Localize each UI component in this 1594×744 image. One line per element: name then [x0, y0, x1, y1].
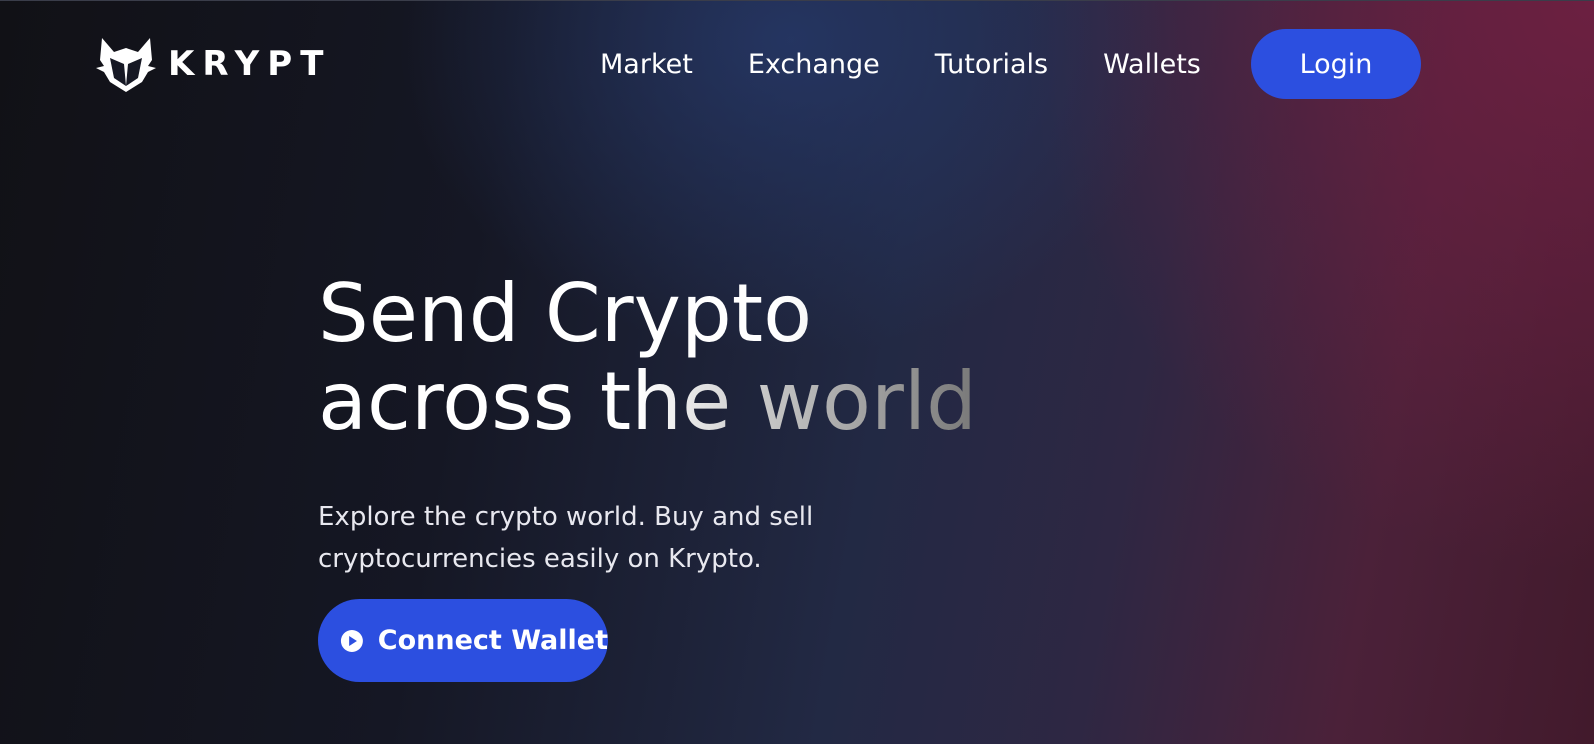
login-button[interactable]: Login	[1251, 29, 1421, 99]
top-border	[0, 0, 1594, 1]
nav-item-market[interactable]: Market	[600, 49, 693, 80]
hero-subtitle: Explore the crypto world. Buy and sell c…	[318, 502, 814, 574]
hero-title-line-1: Send Crypto	[318, 270, 1078, 358]
login-button-label: Login	[1299, 48, 1373, 80]
connect-wallet-label: Connect Wallet	[377, 625, 608, 656]
brand-name: KRYPT	[168, 44, 332, 84]
play-circle-icon	[340, 629, 363, 652]
nav-item-wallets[interactable]: Wallets	[1103, 49, 1201, 80]
nav-item-exchange[interactable]: Exchange	[748, 49, 880, 80]
brand-logo[interactable]: KRYPT	[96, 32, 336, 96]
nav-item-tutorials[interactable]: Tutorials	[935, 49, 1048, 80]
hero-content: Send Crypto across the world Explore the…	[318, 270, 1078, 606]
fox-icon	[96, 38, 156, 92]
hero-title-line-2: across the world	[318, 358, 1078, 446]
hero-title: Send Crypto across the world	[318, 270, 1078, 446]
main-nav: Market Exchange Tutorials Wallets	[600, 29, 1256, 99]
connect-wallet-button[interactable]: Connect Wallet	[318, 599, 608, 682]
